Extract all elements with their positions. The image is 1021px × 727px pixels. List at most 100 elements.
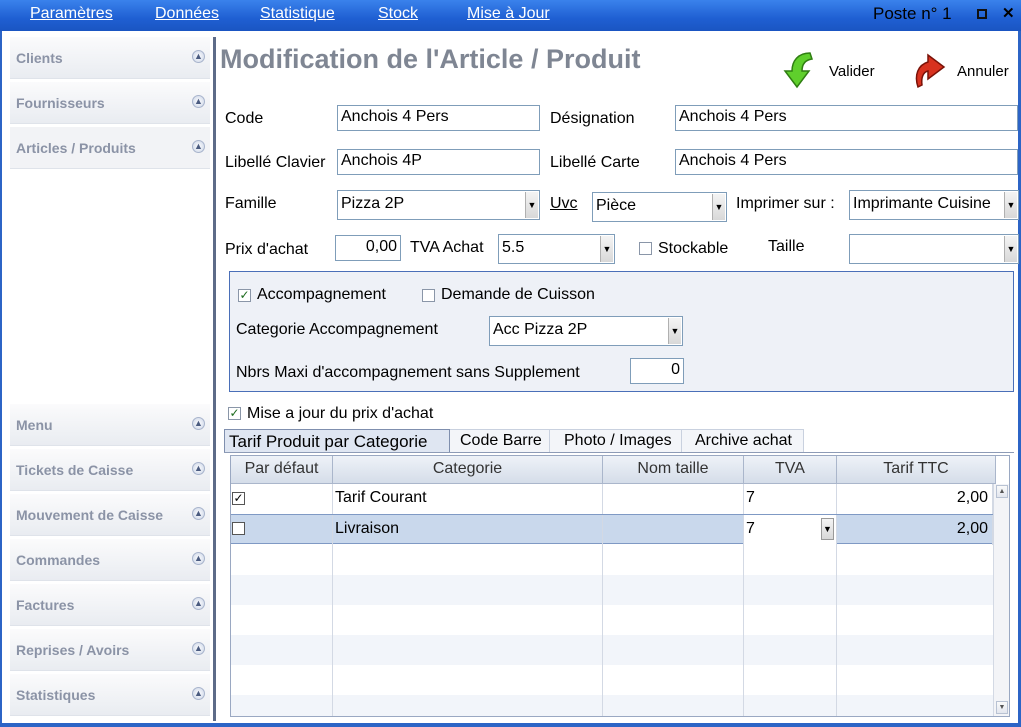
sidebar-item-factures[interactable]: Factures ▲ xyxy=(10,584,210,626)
tva-cell[interactable]: 7 ▼ xyxy=(744,515,837,545)
empty-cell xyxy=(603,605,744,635)
empty-cell xyxy=(231,575,333,605)
sidebar-item-label: Clients xyxy=(16,50,63,66)
chevron-down-icon[interactable]: ▼ xyxy=(1004,236,1017,262)
table-row[interactable]: Livraison 7 ▼ 2,00 xyxy=(231,514,993,545)
code-field[interactable]: Anchois 4 Pers xyxy=(337,105,540,131)
tab-code-barre[interactable]: Code Barre xyxy=(450,429,550,452)
scroll-down-icon[interactable]: ▼ xyxy=(996,701,1008,714)
chevron-up-icon: ▲ xyxy=(192,552,205,565)
empty-cell xyxy=(744,575,837,605)
scroll-up-icon[interactable]: ▲ xyxy=(996,485,1008,498)
empty-cell xyxy=(603,575,744,605)
tva-cell[interactable]: 7 xyxy=(744,484,837,514)
demande-cuisson-checkbox[interactable] xyxy=(422,289,435,302)
taille-cell[interactable] xyxy=(603,484,744,514)
prix-achat-field[interactable]: 0,00 xyxy=(335,235,401,261)
chevron-down-icon[interactable]: ▼ xyxy=(668,318,681,344)
table-row[interactable]: ✓ Tarif Courant 7 2,00 xyxy=(231,484,993,514)
default-checkbox[interactable]: ✓ xyxy=(232,492,245,505)
menu-stock[interactable]: Stock xyxy=(378,5,418,23)
vertical-scrollbar[interactable]: ▲ ▼ xyxy=(993,484,1009,716)
close-button[interactable]: ✕ xyxy=(1002,6,1015,21)
empty-cell xyxy=(231,635,333,665)
tab-archive-achat[interactable]: Archive achat xyxy=(682,429,804,452)
uvc-label: Uvc xyxy=(550,195,578,212)
valider-button[interactable]: Valider xyxy=(780,49,890,93)
column-header[interactable]: Tarif TTC xyxy=(837,456,996,484)
accompagnement-group: ✓ Accompagnement Demande de Cuisson Cate… xyxy=(229,271,1014,392)
sidebar-item-fournisseurs[interactable]: Fournisseurs ▲ xyxy=(10,82,210,124)
tarif-cell[interactable]: 2,00 xyxy=(837,484,993,514)
uvc-select[interactable]: Pièce ▼ xyxy=(592,192,727,222)
categorie-accompagnement-select[interactable]: Acc Pizza 2P ▼ xyxy=(489,316,683,346)
taille-cell[interactable] xyxy=(603,515,744,545)
libelle-carte-label: Libellé Carte xyxy=(550,154,640,171)
sidebar-item-tickets-de-caisse[interactable]: Tickets de Caisse ▲ xyxy=(10,449,210,491)
empty-row xyxy=(231,545,993,575)
maj-prix-label: Mise a jour du prix d'achat xyxy=(247,405,434,422)
tab-tarif-produit[interactable]: Tarif Produit par Categorie xyxy=(224,429,450,452)
categorie-accompagnement-value: Acc Pizza 2P xyxy=(493,321,588,338)
chevron-down-icon[interactable]: ▼ xyxy=(525,192,538,218)
libelle-carte-field[interactable]: Anchois 4 Pers xyxy=(675,149,1018,175)
imprimer-select[interactable]: Imprimante Cuisine ▼ xyxy=(849,190,1019,220)
tarif-cell[interactable]: 2,00 xyxy=(837,515,993,545)
sidebar-item-statistiques[interactable]: Statistiques ▲ xyxy=(10,674,210,716)
libelle-clavier-field[interactable]: Anchois 4P xyxy=(337,149,540,175)
column-header[interactable]: Par défaut xyxy=(231,456,333,484)
categorie-cell[interactable]: Tarif Courant xyxy=(333,484,603,514)
famille-value: Pizza 2P xyxy=(341,195,405,212)
title-bar: Paramètres Données Statistique Stock Mis… xyxy=(0,0,1021,31)
main-panel: Modification de l'Article / Produit Vali… xyxy=(218,31,1019,723)
chevron-down-icon[interactable]: ▼ xyxy=(600,236,613,262)
tva-achat-value: 5.5 xyxy=(502,239,525,256)
column-header[interactable]: TVA xyxy=(744,456,837,484)
stockable-label: Stockable xyxy=(658,240,729,257)
default-checkbox[interactable] xyxy=(232,522,245,535)
splitter[interactable] xyxy=(213,37,216,721)
categorie-cell[interactable]: Livraison xyxy=(333,515,603,545)
menu-statistique[interactable]: Statistique xyxy=(260,5,335,23)
sidebar-item-reprises-avoirs[interactable]: Reprises / Avoirs ▲ xyxy=(10,629,210,671)
designation-field[interactable]: Anchois 4 Pers xyxy=(675,105,1018,131)
chevron-up-icon: ▲ xyxy=(192,95,205,108)
sidebar-item-mouvement-de-caisse[interactable]: Mouvement de Caisse ▲ xyxy=(10,494,210,536)
green-arrow-icon xyxy=(783,52,813,89)
maximize-button[interactable] xyxy=(977,9,987,19)
menu-mise-a-jour[interactable]: Mise à Jour xyxy=(467,5,550,23)
default-cell[interactable]: ✓ xyxy=(231,484,333,514)
code-label: Code xyxy=(225,110,264,127)
sidebar-item-articles-produits[interactable]: Articles / Produits ▲ xyxy=(10,127,210,169)
annuler-button[interactable]: Annuler xyxy=(908,49,1013,93)
sidebar-item-menu[interactable]: Menu ▲ xyxy=(10,404,210,446)
default-cell[interactable] xyxy=(231,515,333,545)
maj-prix-checkbox[interactable]: ✓ xyxy=(228,407,241,420)
tab-photo-images[interactable]: Photo / Images xyxy=(550,429,682,452)
stockable-checkbox[interactable] xyxy=(639,242,652,255)
famille-select[interactable]: Pizza 2P ▼ xyxy=(337,190,540,220)
sidebar-item-commandes[interactable]: Commandes ▲ xyxy=(10,539,210,581)
column-header[interactable]: Categorie xyxy=(333,456,603,484)
empty-cell xyxy=(603,545,744,575)
chevron-up-icon: ▲ xyxy=(192,507,205,520)
tva-achat-select[interactable]: 5.5 ▼ xyxy=(498,234,615,264)
menu-donnees[interactable]: Données xyxy=(155,5,219,23)
chevron-down-icon[interactable]: ▼ xyxy=(1004,192,1017,218)
taille-select[interactable]: ▼ xyxy=(849,234,1019,264)
client-area: Clients ▲ Fournisseurs ▲ Articles / Prod… xyxy=(2,31,1019,723)
accompagnement-checkbox[interactable]: ✓ xyxy=(238,289,251,302)
famille-label: Famille xyxy=(225,195,277,212)
column-header[interactable]: Nom taille xyxy=(603,456,744,484)
chevron-down-icon[interactable]: ▼ xyxy=(821,518,834,540)
tva-achat-label: TVA Achat xyxy=(410,239,484,256)
menu-parametres[interactable]: Paramètres xyxy=(30,5,113,23)
valider-label: Valider xyxy=(829,63,875,80)
empty-cell xyxy=(333,545,603,575)
red-arrow-icon xyxy=(915,53,946,89)
nbrs-maxi-field[interactable]: 0 xyxy=(630,358,684,384)
empty-cell xyxy=(231,665,333,695)
empty-cell xyxy=(744,695,837,716)
sidebar-item-clients[interactable]: Clients ▲ xyxy=(10,37,210,79)
chevron-down-icon[interactable]: ▼ xyxy=(712,194,725,220)
